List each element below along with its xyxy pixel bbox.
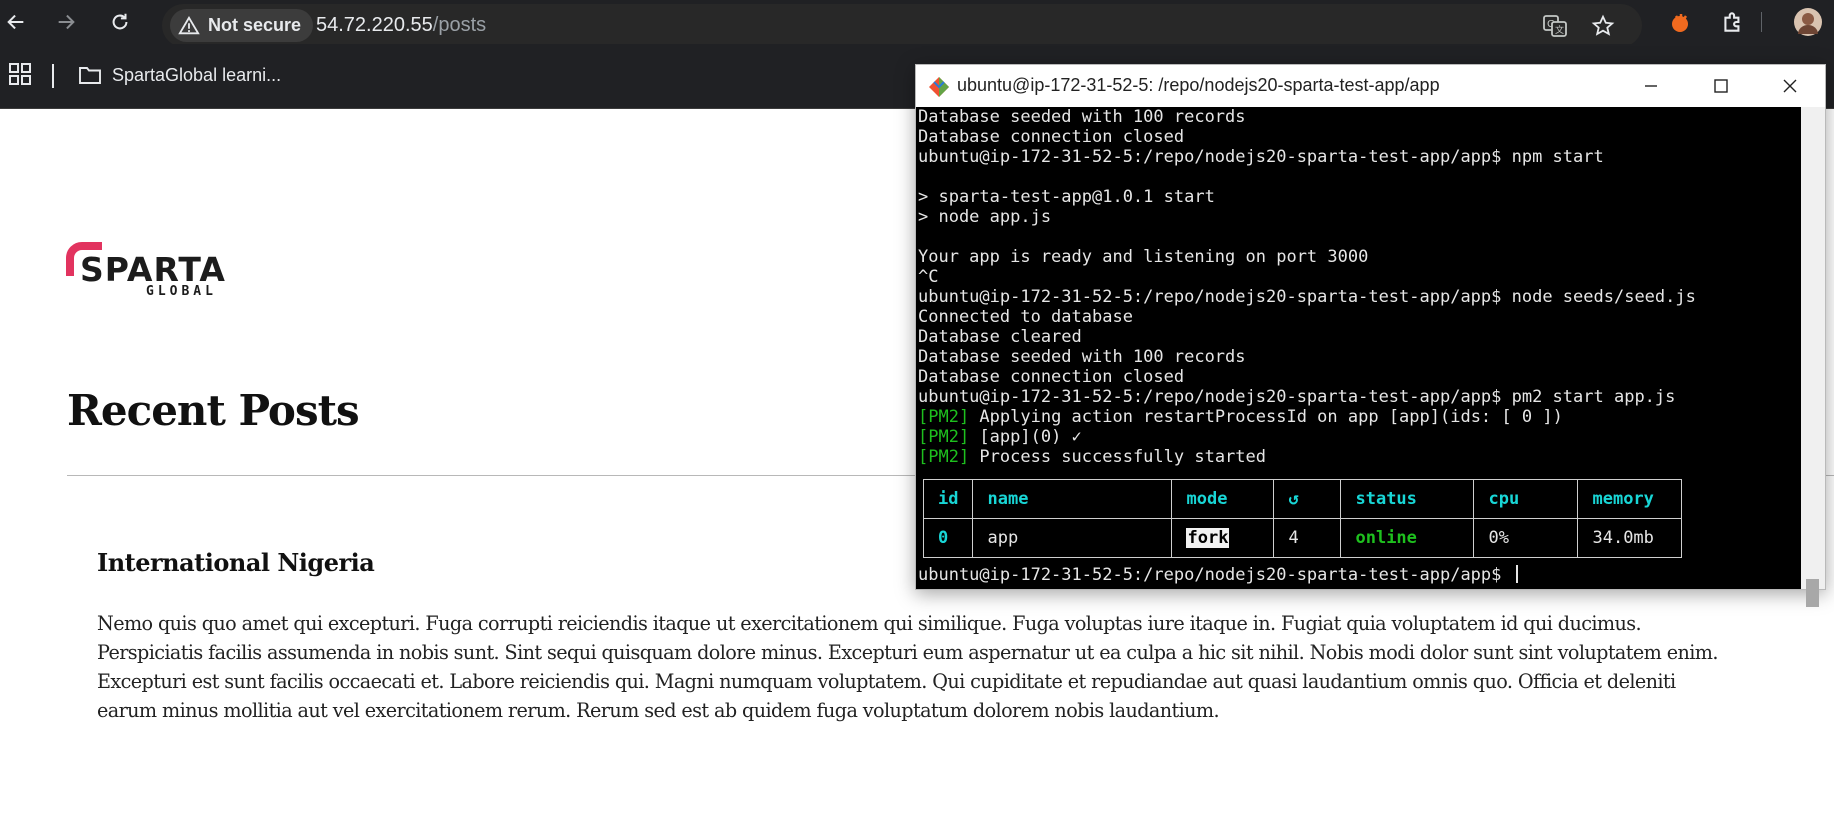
cell-restarts: 4: [1273, 518, 1342, 558]
scrollbar-thumb[interactable]: [1806, 579, 1819, 607]
bookmark-label: SpartaGlobal learni...: [112, 64, 282, 85]
cell-cpu: 0%: [1473, 518, 1579, 558]
terminal-window[interactable]: ubuntu@ip-172-31-52-5: /repo/nodejs20-sp…: [915, 64, 1826, 607]
pm2-tag: [PM2]: [918, 447, 970, 467]
header-status: status: [1340, 479, 1475, 519]
output-line: Connected to database: [918, 307, 1133, 327]
puzzle-icon: [1724, 12, 1740, 32]
toolbar-separator: [1761, 12, 1762, 32]
output-line: ubuntu@ip-172-31-52-5:/repo/nodejs20-spa…: [918, 387, 1676, 407]
output-line: ^C: [918, 267, 939, 287]
mode-highlight: fork: [1186, 528, 1230, 548]
pm2-message: [app](0) ✓: [969, 427, 1082, 447]
header-cpu: cpu: [1473, 479, 1579, 519]
avatar-icon: [1794, 8, 1822, 36]
url-text[interactable]: 54.72.220.55/posts: [316, 14, 486, 37]
output-line: Database seeded with 100 records: [918, 107, 1246, 127]
output-line: Database connection closed: [918, 127, 1185, 147]
cell-status: online: [1340, 518, 1475, 558]
header-id: id: [922, 479, 974, 519]
git-bash-icon: [929, 77, 949, 97]
pm2-message: Applying action restartProcessId on app …: [969, 407, 1563, 427]
pm2-tag: [PM2]: [918, 407, 970, 427]
output-line: > sparta-test-app@1.0.1 start: [918, 187, 1215, 207]
output-line: Database connection closed: [918, 367, 1185, 387]
orange-extension-icon: [1672, 14, 1688, 32]
bookmark-star-button[interactable]: [1590, 13, 1616, 39]
maximize-button[interactable]: [1686, 65, 1756, 107]
output-line: > node app.js: [918, 207, 1052, 227]
post-title: International Nigeria: [97, 548, 375, 577]
terminal-titlebar[interactable]: ubuntu@ip-172-31-52-5: /repo/nodejs20-sp…: [916, 65, 1825, 107]
text-cursor: [1515, 565, 1518, 583]
header-memory: memory: [1577, 479, 1683, 519]
header-restarts: ↺: [1273, 479, 1342, 519]
forward-button[interactable]: [50, 6, 82, 38]
table-header-row: id name mode ↺ status cpu memory: [922, 479, 1683, 519]
url-path: /posts: [432, 14, 487, 36]
output-line: Database seeded with 100 records: [918, 347, 1246, 367]
close-icon: [1783, 79, 1797, 93]
apps-button[interactable]: [8, 62, 32, 91]
translate-icon: G文: [1543, 15, 1567, 37]
pm2-tag: [PM2]: [918, 427, 970, 447]
extension-button[interactable]: [1665, 7, 1695, 37]
browser-toolbar: Not secure 54.72.220.55/posts G文: [0, 0, 1834, 47]
cell-memory: 34.0mb: [1577, 518, 1683, 558]
sparta-global-logo[interactable]: SPARTA GLOBAL: [66, 242, 226, 302]
bookmark-folder-spartaglobal[interactable]: SpartaGlobal learni...: [78, 64, 281, 86]
post-body: Nemo quis quo amet qui excepturi. Fuga c…: [97, 612, 1718, 722]
security-indicator[interactable]: Not secure: [170, 9, 314, 42]
maximize-icon: [1714, 79, 1728, 93]
output-line: Database cleared: [918, 327, 1082, 347]
bookmarks-separator: [52, 64, 54, 88]
cell-id: 0: [922, 518, 974, 558]
folder-icon: [79, 67, 101, 84]
back-button[interactable]: [0, 6, 32, 38]
url-host: 54.72.220.55: [316, 14, 433, 36]
header-mode: mode: [1171, 479, 1275, 519]
svg-text:文: 文: [1555, 24, 1564, 36]
warning-icon: [178, 15, 200, 34]
header-name: name: [972, 479, 1173, 519]
pm2-line: [PM2] Applying action restartProcessId o…: [918, 407, 1798, 427]
terminal-scrollbar[interactable]: [1801, 107, 1825, 607]
minimize-button[interactable]: [1616, 65, 1686, 107]
output-line: Your app is ready and listening on port …: [918, 247, 1369, 267]
address-bar[interactable]: Not secure 54.72.220.55/posts G文: [162, 4, 1642, 47]
output-line: ubuntu@ip-172-31-52-5:/repo/nodejs20-spa…: [918, 287, 1696, 307]
minimize-icon: [1645, 85, 1657, 87]
profile-avatar[interactable]: [1793, 7, 1823, 37]
apps-grid-icon: [9, 63, 31, 85]
security-label: Not secure: [208, 15, 302, 35]
translate-button[interactable]: G文: [1542, 13, 1568, 39]
arrow-left-icon: [7, 14, 24, 30]
star-icon: [1591, 14, 1615, 36]
prompt-text: ubuntu@ip-172-31-52-5:/repo/nodejs20-spa…: [918, 565, 1512, 585]
logo-sub-text: GLOBAL: [146, 284, 217, 299]
pm2-message: Process successfully started: [969, 447, 1266, 467]
cell-name: app: [972, 518, 1173, 558]
terminal-prompt[interactable]: ubuntu@ip-172-31-52-5:/repo/nodejs20-spa…: [918, 565, 1518, 585]
arrow-right-icon: [58, 14, 75, 30]
reload-icon: [112, 13, 128, 30]
pm2-process-table: id name mode ↺ status cpu memory 0 app f…: [922, 479, 1683, 558]
extensions-menu-button[interactable]: [1718, 7, 1748, 37]
reload-button[interactable]: [104, 6, 136, 38]
output-line: ubuntu@ip-172-31-52-5:/repo/nodejs20-spa…: [918, 147, 1604, 167]
cell-mode: fork: [1171, 518, 1275, 558]
terminal-title: ubuntu@ip-172-31-52-5: /repo/nodejs20-sp…: [957, 75, 1440, 95]
pm2-line: [PM2] Process successfully started: [918, 447, 1798, 467]
page-title: Recent Posts: [67, 386, 360, 435]
table-row: 0 app fork 4 online 0% 34.0mb: [922, 518, 1683, 558]
close-button[interactable]: [1755, 65, 1825, 107]
pm2-line: [PM2] [app](0) ✓: [918, 427, 1798, 447]
